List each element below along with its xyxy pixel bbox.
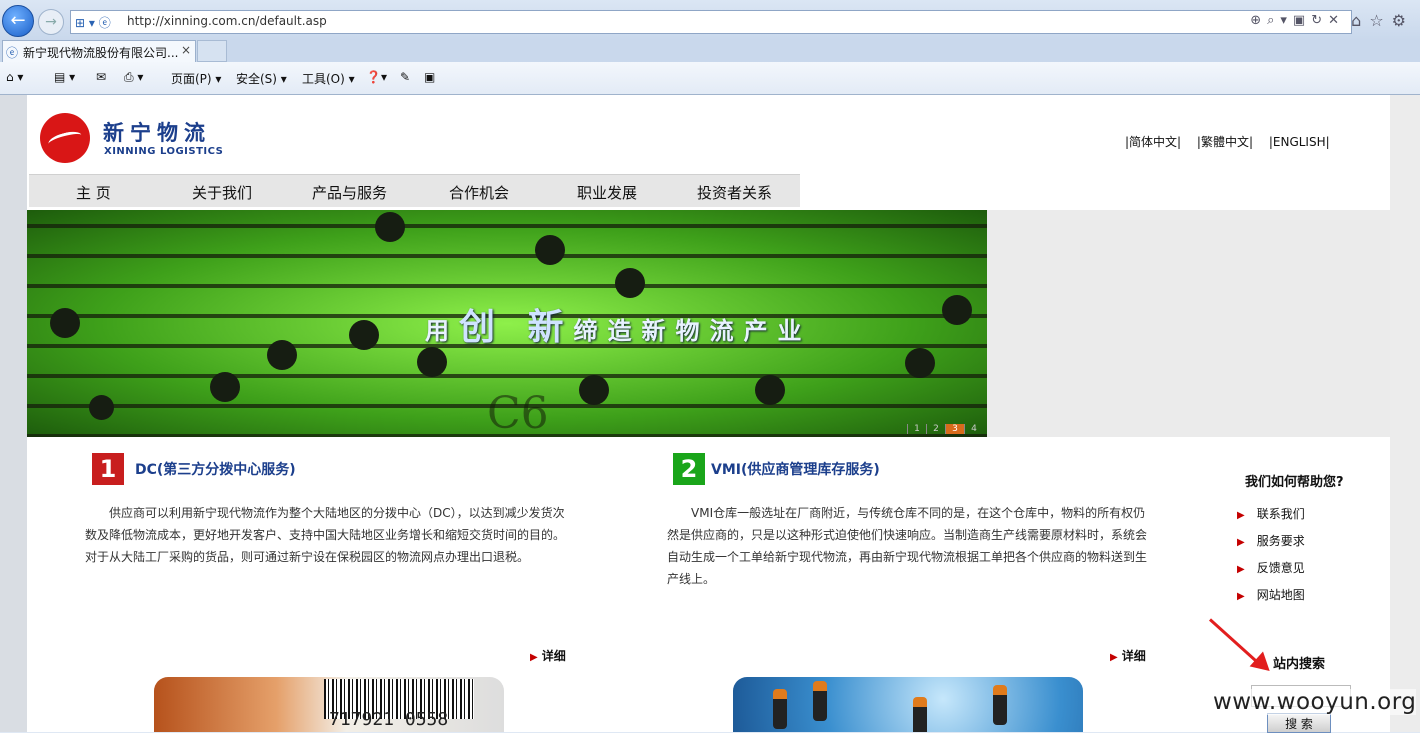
section-1-number-badge: 1 (92, 453, 124, 485)
components-image[interactable] (733, 677, 1083, 732)
main-nav: 主 页 关于我们 产品与服务 合作机会 职业发展 投资者关系 (29, 174, 800, 207)
forward-arrow-icon: → (45, 14, 57, 30)
help-link-sitemap[interactable]: ▶ 网站地图 (1237, 586, 1305, 603)
section-1-body: 供应商可以利用新宁现代物流作为整个大陆地区的分拨中心（DC），以达到减少发货次数… (85, 506, 566, 564)
logo-chinese[interactable]: 新宁物流 (103, 117, 211, 147)
language-links: |简体中文| |繁體中文| |ENGLISH| (1125, 133, 1342, 150)
tab-strip: ⓔ 新宁现代物流股份有限公司... × (0, 40, 1420, 62)
home-favorites-settings-icons[interactable]: ⌂☆⚙ (1351, 11, 1414, 30)
address-bar[interactable]: ⊞ ▾ ⓔ http://xinning.com.cn/default.asp … (70, 10, 1352, 34)
lang-traditional-link[interactable]: |繁體中文| (1197, 135, 1253, 149)
nav-products[interactable]: 产品与服务 (312, 182, 387, 203)
home-icon[interactable]: ⌂ ▾ (6, 70, 23, 84)
mail-icon[interactable]: ✉ (96, 70, 106, 84)
section-2-number-badge: 2 (673, 453, 705, 485)
section-2-title[interactable]: VMI(供应商管理库存服务) (711, 459, 880, 479)
section-2-detail-link[interactable]: ▶ 详细 (1110, 647, 1146, 664)
help-title: 我们如何帮助您? (1245, 475, 1344, 490)
address-row: ← → ⊞ ▾ ⓔ http://xinning.com.cn/default.… (0, 0, 1420, 40)
banner-side-fill (987, 210, 1390, 437)
safety-menu[interactable]: 安全(S) ▾ (236, 70, 287, 87)
lang-simplified-link[interactable]: |简体中文| (1125, 135, 1181, 149)
slide-2[interactable]: 2 (926, 424, 945, 434)
help-link-contact[interactable]: ▶ 联系我们 (1237, 505, 1305, 522)
nav-home[interactable]: 主 页 (76, 182, 111, 203)
nav-careers[interactable]: 职业发展 (577, 182, 637, 203)
slide-pagination: 1234 (907, 424, 983, 436)
watermark-text: www.wooyun.org (1213, 689, 1417, 715)
help-link-feedback[interactable]: ▶ 反馈意见 (1237, 559, 1305, 576)
slide-3-active[interactable]: 3 (945, 424, 964, 434)
back-button[interactable]: ← (2, 5, 34, 37)
page-left-margin (0, 95, 27, 732)
triangle-right-icon: ▶ (1110, 652, 1118, 663)
section-2-body: VMI仓库一般选址在厂商附近，与传统仓库不同的是，在这个仓库中，物料的所有权仍然… (667, 506, 1148, 586)
banner-image[interactable]: C6 用创 新缔造新物流产业 1234 (27, 210, 987, 437)
url-text[interactable]: http://xinning.com.cn/default.asp (127, 14, 327, 28)
section-1-title[interactable]: DC(第三方分拨中心服务) (135, 459, 296, 479)
page-menu[interactable]: 页面(P) ▾ (171, 70, 221, 87)
slide-4[interactable]: 4 (964, 424, 983, 434)
tab-close-icon[interactable]: × (181, 43, 191, 57)
triangle-right-icon: ▶ (1237, 510, 1245, 521)
section-1-detail-link[interactable]: ▶ 详细 (530, 647, 566, 664)
address-tools-icons[interactable]: ⊕⌕▾▣↻✕ (1250, 13, 1345, 28)
banner-chip-text: C6 (487, 388, 549, 437)
nav-about[interactable]: 关于我们 (192, 182, 252, 203)
search-title: 站内搜索 (1273, 657, 1326, 672)
new-tab-button[interactable] (197, 40, 227, 62)
research-icon[interactable]: ✎ (400, 70, 410, 84)
feeds-icon[interactable]: ▤ ▾ (54, 70, 75, 84)
help-icon[interactable]: ❓▾ (366, 70, 387, 84)
ie-tab-icon: ⓔ (6, 46, 19, 60)
tab-title: 新宁现代物流股份有限公司... (23, 46, 179, 60)
triangle-right-icon: ▶ (1237, 564, 1245, 575)
triangle-right-icon: ▶ (1237, 537, 1245, 548)
tab-active[interactable]: ⓔ 新宁现代物流股份有限公司... × (2, 40, 196, 62)
onenote-icon[interactable]: ▣ (424, 70, 435, 84)
logo-english[interactable]: XINNING LOGISTICS (104, 146, 223, 157)
command-bar: ⌂ ▾ ▤ ▾ ✉ ⎙ ▾ 页面(P) ▾ 安全(S) ▾ 工具(O) ▾ ❓▾… (0, 62, 1420, 95)
slide-1[interactable]: 1 (907, 424, 926, 434)
print-icon[interactable]: ⎙ ▾ (124, 70, 143, 85)
help-link-service[interactable]: ▶ 服务要求 (1237, 532, 1305, 549)
triangle-right-icon: ▶ (530, 652, 538, 663)
search-button[interactable]: 搜 索 (1267, 713, 1331, 733)
ie-page-icon: ⊞ ▾ ⓔ (75, 16, 111, 30)
logo-icon[interactable] (40, 113, 90, 163)
nav-investors[interactable]: 投资者关系 (697, 182, 772, 203)
nav-cooperation[interactable]: 合作机会 (449, 182, 509, 203)
lang-english-link[interactable]: |ENGLISH| (1269, 135, 1330, 149)
tools-menu[interactable]: 工具(O) ▾ (302, 70, 355, 87)
page-right-margin (1390, 95, 1420, 732)
triangle-right-icon: ▶ (1237, 591, 1245, 602)
banner-slogan: 用创 新缔造新物流产业 (425, 306, 812, 348)
back-arrow-icon: ← (10, 10, 26, 31)
barcode-image[interactable]: 717921 0558 (154, 677, 504, 732)
web-page: 新宁物流 XINNING LOGISTICS |简体中文| |繁體中文| |EN… (27, 95, 1390, 733)
forward-button[interactable]: → (38, 9, 64, 35)
